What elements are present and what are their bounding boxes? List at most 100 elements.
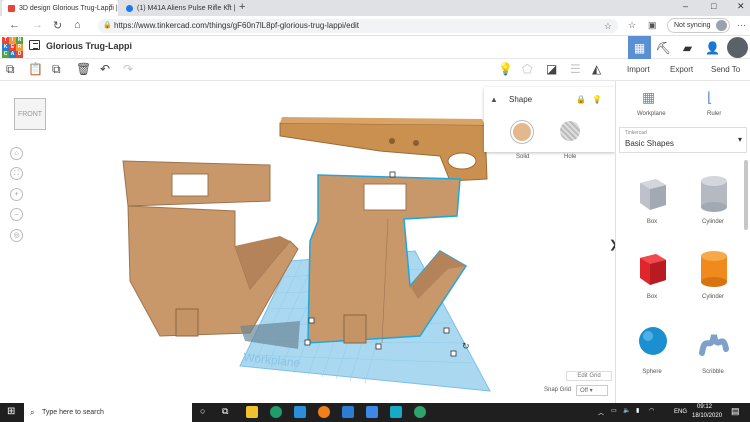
design-menu-icon[interactable] <box>29 40 40 50</box>
close-tab-icon[interactable]: × <box>109 3 113 10</box>
cortana-icon[interactable]: ○ <box>200 406 205 416</box>
zoom-out-icon[interactable]: – <box>10 208 23 221</box>
url-text: https://www.tinkercad.com/things/gF60n7l… <box>114 21 360 30</box>
tab-facebook[interactable]: (1) M41A Aliens Pulse Rifle Kit | × <box>120 0 236 16</box>
address-bar-row: ← → ↻ ⌂ 🔒 https://www.tinkercad.com/thin… <box>0 16 750 36</box>
paste-icon[interactable]: 📋 <box>28 62 43 76</box>
solid-color-button[interactable] <box>511 121 533 143</box>
tinker-blocks-icon[interactable]: ▰ <box>676 36 699 59</box>
maximize-button[interactable]: □ <box>711 1 716 11</box>
forward-arrow-icon[interactable]: → <box>32 19 43 31</box>
shape-scribble[interactable]: Scribble <box>688 323 738 383</box>
sync-button[interactable]: Not syncing <box>667 18 730 33</box>
export-button[interactable]: Export <box>670 65 693 74</box>
battery-icon[interactable]: ▮ <box>636 407 639 414</box>
shape-library-select[interactable]: Tinkercad Basic Shapes ▾ <box>619 127 747 153</box>
3d-view-grid-icon[interactable]: ▦ <box>628 36 651 59</box>
volume-icon[interactable]: 🔈 <box>623 407 630 414</box>
lock-icon[interactable]: 🔒 <box>576 95 586 104</box>
light-bulb-icon[interactable]: 💡 <box>592 95 602 104</box>
workplane-tool-label[interactable]: Workplane <box>637 111 666 117</box>
note-icon[interactable]: ⬠ <box>522 62 532 76</box>
mirror-icon[interactable]: ◭ <box>592 62 601 76</box>
add-user-icon[interactable]: 👤 <box>701 36 724 59</box>
minimize-button[interactable]: – <box>683 1 688 11</box>
url-field[interactable]: 🔒 https://www.tinkercad.com/things/gF60n… <box>98 19 618 33</box>
app-c-icon[interactable] <box>390 406 402 418</box>
workplane-tool-icon[interactable]: ◪ <box>546 62 557 76</box>
logo-letter: R <box>16 44 23 51</box>
rifle-part-model[interactable] <box>279 117 488 182</box>
delete-icon[interactable]: 🗑 <box>76 62 91 76</box>
hole-button[interactable] <box>560 121 580 141</box>
undo-icon[interactable]: ↶ <box>100 62 110 76</box>
screen: { "browser": { "tabs": [ {"title": "3D d… <box>0 0 750 422</box>
shape-cylinder-orange[interactable]: Cylinder <box>688 248 738 308</box>
shape-label: Box <box>646 219 658 225</box>
avatar[interactable] <box>727 37 748 58</box>
zoom-in-icon[interactable]: + <box>10 188 23 201</box>
wifi-icon[interactable]: ◠ <box>649 407 654 414</box>
selected-shape-model[interactable]: ↻ <box>304 171 470 357</box>
perspective-icon[interactable]: ◎ <box>10 229 23 242</box>
ruler-tool-label[interactable]: Ruler <box>707 111 721 117</box>
taskbar-search-box[interactable]: ⌕ Type here to search <box>24 403 192 422</box>
language-indicator[interactable]: ENG <box>674 409 687 415</box>
build-bricks-icon[interactable]: ⛏ <box>652 36 675 59</box>
notifications-icon[interactable]: ▤ <box>731 406 740 417</box>
rotate-handle-icon[interactable]: ↻ <box>462 341 470 351</box>
facebook-favicon-icon <box>126 4 133 12</box>
app-l-icon[interactable] <box>294 406 306 418</box>
edge-browser-icon[interactable] <box>270 406 282 418</box>
close-window-button[interactable]: ✕ <box>737 1 745 12</box>
favorites-icon[interactable]: ☆ <box>628 20 636 31</box>
network-icon[interactable]: ▭ <box>611 407 617 414</box>
shape-cylinder-gray[interactable]: Cylinder <box>688 173 738 233</box>
shape-label: Cylinder <box>701 219 724 225</box>
align-icon[interactable]: ☰ <box>570 62 581 76</box>
more-menu-icon[interactable]: ⋯ <box>737 20 746 31</box>
workplane-icon[interactable]: ▦ <box>642 89 655 106</box>
light-bulb-icon[interactable]: 💡 <box>498 62 513 76</box>
shape-sphere-blue[interactable]: Sphere <box>627 323 677 383</box>
home-view-icon[interactable]: ⌂ <box>10 147 23 160</box>
file-explorer-icon[interactable] <box>246 406 258 418</box>
redo-icon[interactable]: ↷ <box>123 62 133 76</box>
edit-grid-button[interactable]: Edit Grid <box>566 371 612 381</box>
ruler-icon[interactable]: ⌊ <box>707 89 712 106</box>
firefox-icon[interactable] <box>318 406 330 418</box>
3d-viewport[interactable]: Workplane ↻ FRONT ⌂ ⛶ + – ◎ ▲ Shape 🔒 💡 … <box>0 81 615 403</box>
tray-chevron-icon[interactable]: ︿ <box>598 408 604 417</box>
mail-icon[interactable] <box>342 406 354 418</box>
tab-tinkercad[interactable]: 3D design Glorious Trug-Lappi | × <box>2 0 118 16</box>
fit-view-icon[interactable]: ⛶ <box>10 167 23 180</box>
home-icon[interactable]: ⌂ <box>74 19 81 31</box>
duplicate-icon[interactable]: ⧉ <box>52 62 61 77</box>
shape-box-gray[interactable]: Box <box>627 173 677 233</box>
snap-grid-select[interactable]: Off ▾ <box>576 385 608 396</box>
back-arrow-icon[interactable]: ← <box>9 19 20 31</box>
new-shape-icon[interactable]: ⧉ <box>6 62 15 77</box>
edge-active-icon[interactable] <box>414 406 426 418</box>
logo-letter: E <box>9 44 16 51</box>
shapes-scrollbar[interactable] <box>744 160 748 230</box>
import-button[interactable]: Import <box>627 65 650 74</box>
windows-start-icon[interactable]: ⊞ <box>7 406 15 417</box>
reload-icon[interactable]: ↻ <box>53 19 62 32</box>
new-tab-button[interactable]: + <box>239 1 245 13</box>
store-icon[interactable] <box>366 406 378 418</box>
design-title[interactable]: Glorious Trug-Lappi <box>46 41 132 51</box>
clock-time[interactable]: 09:12 <box>697 404 712 410</box>
collections-icon[interactable]: ▣ <box>648 20 657 31</box>
shape-inspector-panel: ▲ Shape 🔒 💡 Solid Hole <box>484 87 615 160</box>
star-icon[interactable]: ☆ <box>604 19 612 33</box>
send-to-button[interactable]: Send To <box>711 65 740 74</box>
tinkercad-logo[interactable]: TINKERCAD <box>2 37 23 58</box>
view-cube[interactable]: FRONT <box>14 98 46 130</box>
shapes-panel: ▦ Workplane ⌊ Ruler Tinkercad Basic Shap… <box>615 81 750 403</box>
close-tab-icon[interactable]: × <box>227 3 231 10</box>
collapse-caret-icon[interactable]: ▲ <box>490 95 498 104</box>
task-view-icon[interactable]: ⧉ <box>222 406 228 417</box>
clock-date[interactable]: 18/10/2020 <box>692 413 722 419</box>
shape-box-red[interactable]: Box <box>627 248 677 308</box>
